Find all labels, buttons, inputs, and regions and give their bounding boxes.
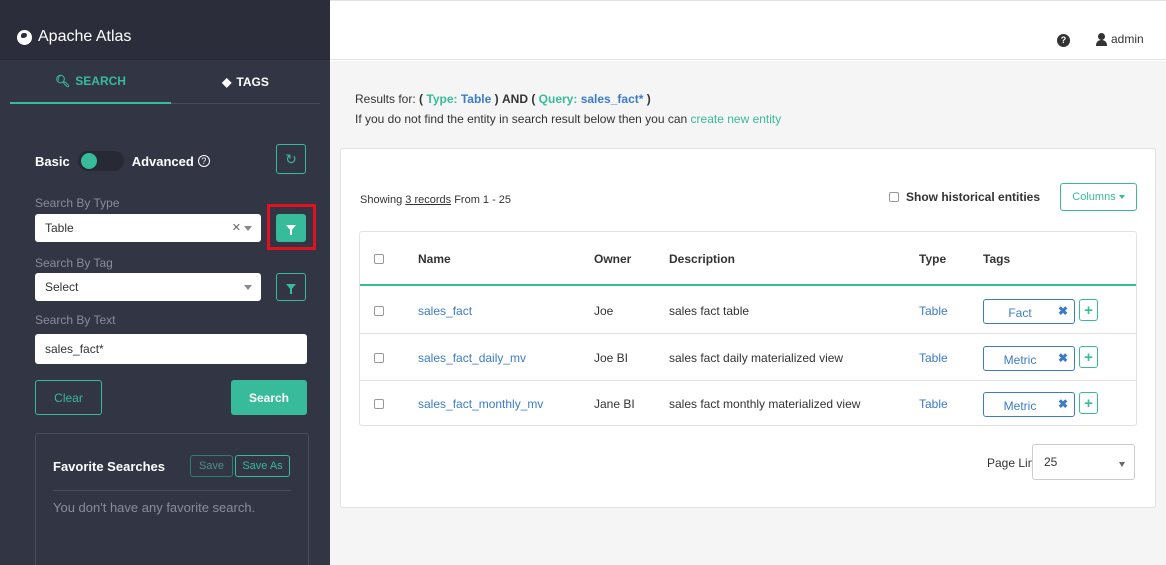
sidebar-tabs: 🔍︎ SEARCH ◆ TAGS	[10, 60, 320, 104]
row-checkbox[interactable]	[374, 353, 384, 363]
type-link[interactable]: Table	[919, 304, 948, 318]
refresh-icon: ↻	[285, 150, 297, 167]
column-header-tags: Tags	[983, 252, 1011, 266]
owner-cell: Joe	[594, 304, 614, 318]
type-link[interactable]: Table	[919, 351, 948, 365]
search-icon: 🔍︎	[55, 74, 71, 88]
tab-tags[interactable]: ◆ TAGS	[171, 60, 320, 104]
historical-checkbox[interactable]	[889, 192, 899, 202]
table-row: sales_fact Joe sales fact table Table Fa…	[360, 288, 1136, 334]
create-new-entity-link[interactable]: create new entity	[691, 112, 782, 126]
tab-search[interactable]: 🔍︎ SEARCH	[10, 60, 171, 104]
remove-tag-icon[interactable]: ✖	[1058, 397, 1068, 411]
results-summary: Results for: ( Type: Table ) AND ( Query…	[355, 92, 651, 106]
search-mode-toggle[interactable]	[77, 151, 124, 171]
app-logo[interactable]: Apache Atlas	[17, 28, 131, 46]
tag-label[interactable]: Metric	[984, 399, 1056, 413]
search-by-text-label: Search By Text	[35, 313, 116, 327]
search-mode-row: Basic Advanced ?	[35, 147, 307, 175]
caret-down-icon	[1118, 195, 1125, 199]
type-select[interactable]: Table ✕	[35, 214, 261, 242]
table-row: sales_fact_daily_mv Joe BI sales fact da…	[360, 335, 1136, 381]
sidebar: Apache Atlas 🔍︎ SEARCH ◆ TAGS Basic Adva…	[0, 0, 330, 565]
help-icon[interactable]: ?	[1057, 34, 1070, 47]
chevron-down-icon	[244, 226, 252, 231]
type-link[interactable]: Table	[919, 397, 948, 411]
description-cell: sales fact table	[669, 304, 750, 318]
remove-tag-icon[interactable]: ✖	[1058, 351, 1068, 365]
column-header-description[interactable]: Description	[669, 252, 735, 266]
tag-select[interactable]: Select	[35, 273, 261, 301]
table-header: Name Owner Description Type Tags	[360, 232, 1136, 286]
search-by-type-label: Search By Type	[35, 196, 120, 210]
columns-button[interactable]: Columns	[1060, 183, 1137, 211]
search-button[interactable]: Search	[231, 380, 307, 415]
main-content: Results for: ( Type: Table ) AND ( Query…	[330, 61, 1166, 565]
tag-label[interactable]: Fact	[984, 306, 1056, 320]
tag-chip: Fact ✖	[983, 299, 1075, 324]
page-limit-select[interactable]: 25	[1032, 444, 1135, 480]
divider	[53, 490, 291, 491]
owner-cell: Joe BI	[594, 351, 629, 365]
chevron-down-icon	[1119, 462, 1125, 467]
clear-selection-icon[interactable]: ✕	[232, 221, 241, 234]
refresh-button[interactable]: ↻	[276, 144, 306, 174]
user-icon	[1096, 32, 1107, 46]
entity-name-link[interactable]: sales_fact	[418, 304, 472, 318]
highlight-box	[267, 204, 316, 250]
user-menu[interactable]: admin	[1096, 32, 1144, 46]
results-card: Showing 3 records From 1 - 25 Show histo…	[340, 148, 1156, 508]
description-cell: sales fact monthly materialized view	[669, 397, 861, 411]
toggle-knob	[80, 153, 97, 169]
question-circle-icon[interactable]: ?	[197, 155, 210, 167]
record-count: Showing 3 records From 1 - 25	[360, 194, 512, 206]
save-button[interactable]: Save	[190, 455, 233, 477]
row-checkbox[interactable]	[374, 399, 384, 409]
user-name: admin	[1111, 32, 1144, 46]
historical-entities-toggle: Show historical entities	[889, 190, 1040, 204]
table-row: sales_fact_monthly_mv Jane BI sales fact…	[360, 381, 1136, 427]
favorite-searches-title: Favorite Searches	[53, 459, 166, 474]
entity-name-link[interactable]: sales_fact_daily_mv	[418, 351, 526, 365]
description-cell: sales fact daily materialized view	[669, 351, 844, 365]
add-tag-button[interactable]: +	[1079, 392, 1098, 414]
clear-button[interactable]: Clear	[35, 380, 102, 415]
brand-bar: Apache Atlas	[0, 0, 330, 60]
filter-icon	[286, 284, 296, 294]
results-table: Name Owner Description Type Tags sales_f…	[359, 231, 1137, 426]
advanced-label: Advanced	[131, 153, 194, 169]
select-all-checkbox[interactable]	[374, 254, 384, 264]
favorites-empty-message: You don't have any favorite search.	[53, 500, 256, 515]
save-as-button[interactable]: Save As	[235, 455, 290, 477]
column-header-owner[interactable]: Owner	[594, 252, 631, 266]
results-hint: If you do not find the entity in search …	[355, 112, 782, 126]
row-checkbox[interactable]	[374, 306, 384, 316]
tag-icon: ◆	[222, 75, 232, 89]
records-link[interactable]: 3 records	[405, 194, 451, 206]
add-tag-button[interactable]: +	[1079, 299, 1098, 321]
tag-chip: Metric ✖	[983, 346, 1075, 371]
entity-name-link[interactable]: sales_fact_monthly_mv	[418, 397, 543, 411]
tag-filter-button[interactable]	[276, 273, 306, 301]
search-by-tag-label: Search By Tag	[35, 256, 113, 270]
owner-cell: Jane BI	[594, 397, 635, 411]
tag-label[interactable]: Metric	[984, 353, 1056, 367]
remove-tag-icon[interactable]: ✖	[1058, 304, 1068, 318]
column-header-type[interactable]: Type	[919, 252, 946, 266]
favorite-searches-panel: Favorite Searches Save Save As You don't…	[35, 433, 309, 565]
add-tag-button[interactable]: +	[1079, 346, 1098, 368]
app-title: Apache Atlas	[38, 28, 132, 45]
search-text-input[interactable]: sales_fact*	[35, 334, 307, 364]
chevron-down-icon	[244, 285, 252, 290]
basic-label: Basic	[35, 153, 70, 169]
top-bar: ? admin	[330, 0, 1166, 60]
tag-chip: Metric ✖	[983, 392, 1075, 417]
globe-icon	[17, 29, 32, 45]
column-header-name[interactable]: Name	[418, 252, 451, 266]
